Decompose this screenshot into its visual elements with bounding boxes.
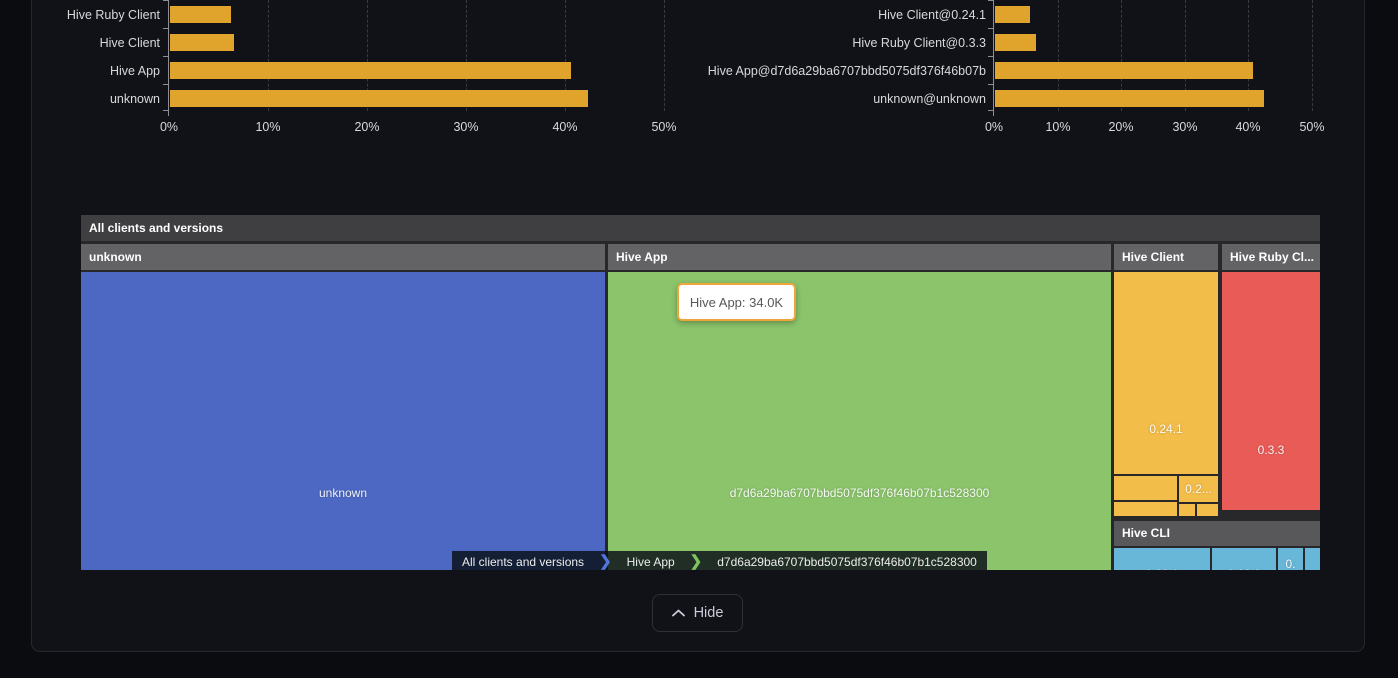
treemap-cell-hive-cli-0230[interactable]: 0.23.0 <box>1114 548 1210 570</box>
x-tick-label: 0% <box>147 119 191 135</box>
bar-hive-ruby-033[interactable] <box>995 34 1036 51</box>
bar-hive-client[interactable] <box>170 34 234 51</box>
axis-tick <box>163 0 169 1</box>
treemap-cell-small[interactable] <box>1305 548 1320 570</box>
treemap-cell-hive-client-0241[interactable]: 0.24.1 <box>1114 272 1218 474</box>
treemap-header-hive-client[interactable]: Hive Client <box>1114 244 1218 270</box>
bar-hive-app[interactable] <box>170 62 571 79</box>
treemap-cell-hive-cli-0[interactable]: 0. <box>1278 548 1303 570</box>
axis-tick <box>988 56 994 57</box>
bar-hive-client-0241[interactable] <box>995 6 1030 23</box>
category-label: Hive App <box>110 63 160 79</box>
treemap-cell-label: 0.23.0 <box>1212 567 1276 570</box>
treemap-breadcrumb: All clients and versions ❯ Hive App ❯ d7… <box>452 551 987 570</box>
treemap-all-clients: All clients and versions unknown unknown… <box>81 215 1320 570</box>
treemap-cell-label: d7d6a29ba6707bbd5075df376f46b07b1c528300 <box>608 486 1111 500</box>
treemap-cell-small[interactable] <box>1114 502 1177 516</box>
x-tick-label: 10% <box>246 119 290 135</box>
axis-tick <box>993 111 994 116</box>
x-tick-label: 30% <box>444 119 488 135</box>
category-label: unknown <box>110 91 160 107</box>
category-label: Hive Ruby Client <box>67 7 160 23</box>
hide-button-label: Hide <box>694 605 724 621</box>
treemap-cell-small[interactable] <box>1114 476 1177 500</box>
dashboard-screen: Hive Ruby Client Hive Client Hive App un… <box>0 0 1398 678</box>
category-label: Hive Client <box>100 35 160 51</box>
category-label: Hive Client@0.24.1 <box>878 7 986 23</box>
x-tick-label: 30% <box>1163 119 1207 135</box>
treemap-cell-unknown[interactable]: unknown <box>81 272 605 570</box>
bar-hive-ruby-client[interactable] <box>170 6 231 23</box>
axis-tick <box>988 0 994 1</box>
treemap-cell-hive-cli-0230b[interactable]: 0.23.0 <box>1212 548 1276 570</box>
plot-area: 0% 10% 20% 30% 40% 50% <box>993 0 1311 111</box>
gridline <box>1312 0 1313 111</box>
treemap-title[interactable]: All clients and versions <box>81 215 1320 241</box>
treemap-cell-small[interactable] <box>1179 504 1195 516</box>
x-tick-label: 20% <box>1099 119 1143 135</box>
y-axis-labels: Hive Ruby Client Hive Client Hive App un… <box>0 0 160 112</box>
x-tick-label: 40% <box>543 119 587 135</box>
chevron-right-icon: ❯ <box>594 551 617 570</box>
treemap-cell-hive-ruby-033[interactable]: 0.3.3 <box>1222 272 1320 510</box>
breadcrumb-all-clients[interactable]: All clients and versions <box>452 551 594 570</box>
treemap-cell-hive-client-02[interactable]: 0.2... <box>1179 476 1218 502</box>
category-label: unknown@unknown <box>873 91 986 107</box>
bar-unknown-unknown[interactable] <box>995 90 1264 107</box>
treemap-cell-label: 0.24.1 <box>1114 422 1218 436</box>
axis-tick <box>988 84 994 85</box>
x-tick-label: 50% <box>1290 119 1334 135</box>
x-tick-label: 0% <box>972 119 1016 135</box>
treemap-header-hive-cli[interactable]: Hive CLI <box>1114 521 1320 546</box>
treemap-cell-label: 0.3.3 <box>1222 443 1320 457</box>
treemap-cell-small[interactable] <box>1197 504 1218 516</box>
category-label: Hive Ruby Client@0.3.3 <box>852 35 986 51</box>
breadcrumb-version-hash[interactable]: d7d6a29ba6707bbd5075df376f46b07b1c528300 <box>707 551 987 570</box>
treemap-header-hive-app[interactable]: Hive App <box>608 244 1111 270</box>
bar-hive-app-version[interactable] <box>995 62 1253 79</box>
axis-tick <box>163 28 169 29</box>
y-axis-labels: Hive Client@0.24.1 Hive Ruby Client@0.3.… <box>640 0 986 112</box>
treemap-cell-label: 0. <box>1278 557 1303 570</box>
treemap-cell-label: 0.23.0 <box>1114 567 1210 570</box>
bar-unknown[interactable] <box>170 90 588 107</box>
category-label: Hive App@d7d6a29ba6707bbd5075df376f46b07… <box>708 63 986 79</box>
x-tick-label: 50% <box>642 119 686 135</box>
axis-tick <box>163 84 169 85</box>
hide-button[interactable]: Hide <box>652 594 743 632</box>
x-tick-label: 10% <box>1036 119 1080 135</box>
treemap-header-unknown[interactable]: unknown <box>81 244 605 270</box>
hover-tooltip: Hive App: 34.0K <box>677 283 796 321</box>
breadcrumb-hive-app[interactable]: Hive App <box>617 551 685 570</box>
axis-tick <box>163 56 169 57</box>
x-tick-label: 20% <box>345 119 389 135</box>
treemap-cell-label: unknown <box>81 486 605 500</box>
plot-area: 0% 10% 20% 30% 40% 50% <box>168 0 663 111</box>
x-tick-label: 40% <box>1226 119 1270 135</box>
axis-tick <box>988 28 994 29</box>
chevron-up-icon <box>672 609 685 617</box>
chevron-right-icon: ❯ <box>685 551 708 570</box>
treemap-header-hive-ruby-client[interactable]: Hive Ruby Cl... <box>1222 244 1320 270</box>
axis-tick <box>168 111 169 116</box>
treemap-cell-label: 0.2... <box>1185 482 1212 496</box>
